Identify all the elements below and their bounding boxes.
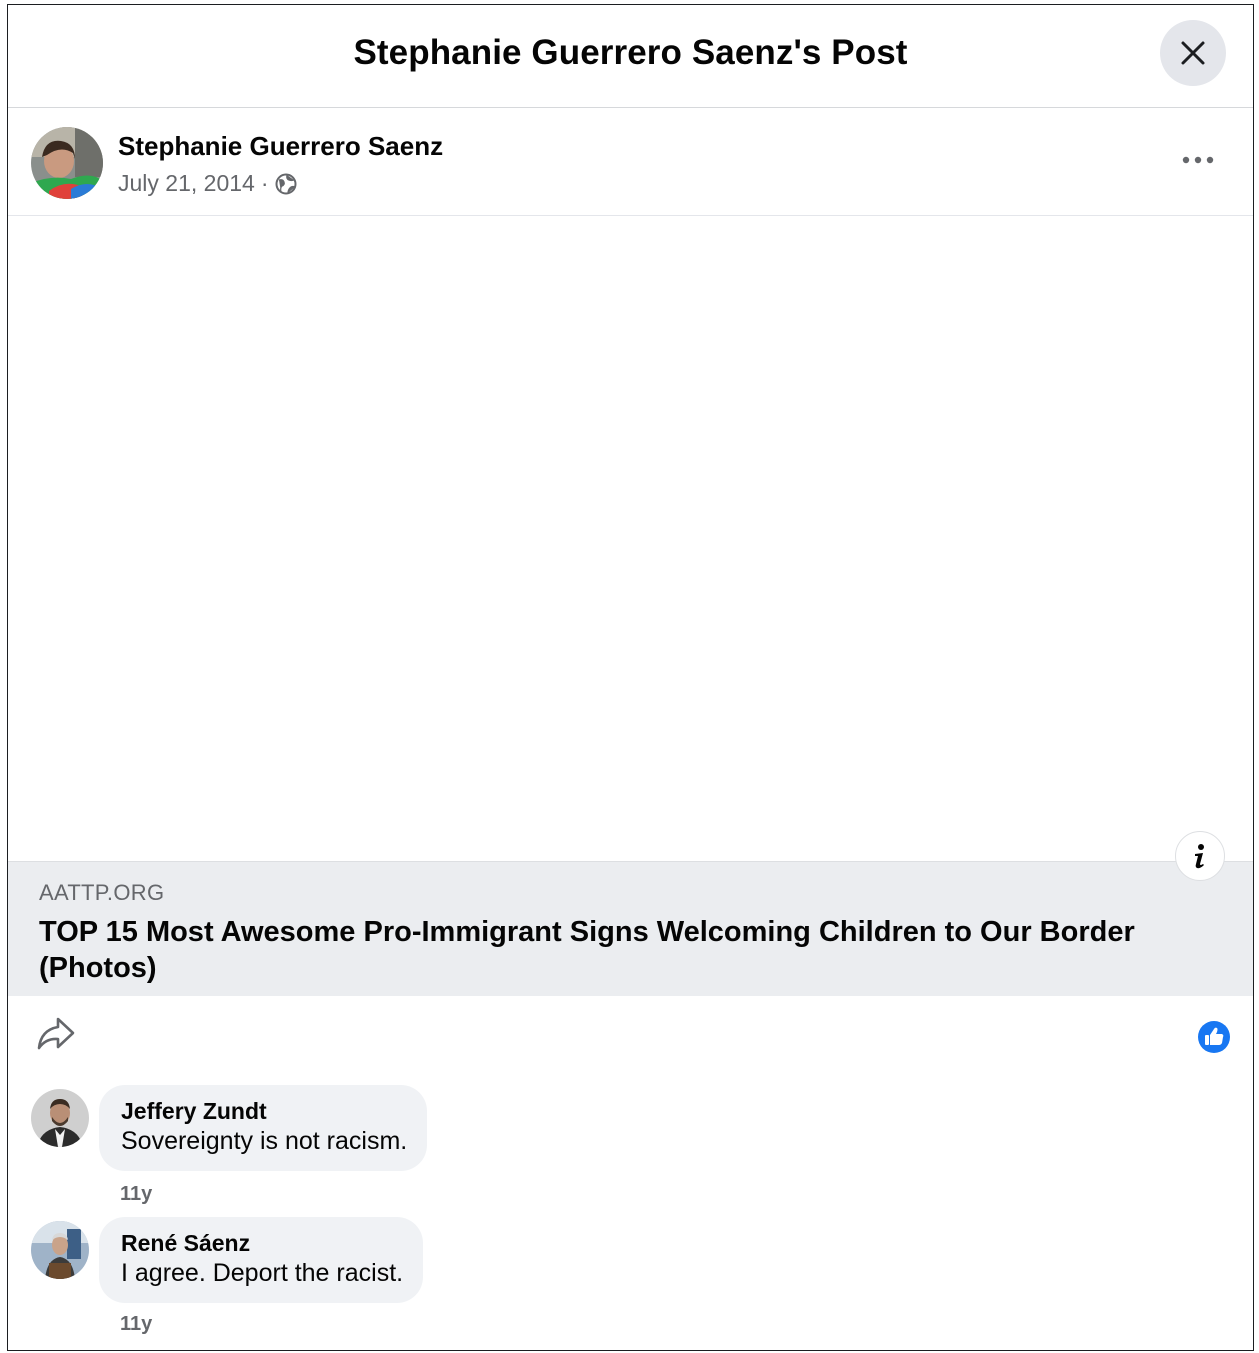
more-options-icon bbox=[1182, 156, 1214, 164]
share-button[interactable] bbox=[36, 1016, 76, 1057]
post-dialog: Stephanie Guerrero Saenz's Post Stephani… bbox=[7, 4, 1254, 1351]
comment-avatar[interactable] bbox=[31, 1221, 89, 1279]
comment-author[interactable]: Jeffery Zundt bbox=[121, 1097, 407, 1125]
post-date[interactable]: July 21, 2014 bbox=[118, 170, 255, 197]
post-meta: July 21, 2014 · bbox=[118, 170, 297, 197]
comment-text: Sovereignty is not racism. bbox=[121, 1127, 408, 1155]
like-thumb-icon bbox=[1198, 1021, 1230, 1053]
action-bar bbox=[8, 1010, 1253, 1060]
info-button[interactable] bbox=[1175, 831, 1225, 881]
link-domain: AATTP.ORG bbox=[39, 880, 165, 905]
comment-author[interactable]: René Sáenz bbox=[121, 1229, 403, 1257]
close-button[interactable] bbox=[1160, 20, 1226, 86]
comment-avatar[interactable] bbox=[31, 1089, 89, 1147]
link-preview-card[interactable]: AATTP.ORG TOP 15 Most Awesome Pro-Immigr… bbox=[8, 861, 1253, 996]
more-options-button[interactable] bbox=[1178, 145, 1218, 175]
post-header: Stephanie Guerrero Saenz July 21, 2014 · bbox=[8, 107, 1253, 216]
meta-separator: · bbox=[260, 170, 269, 196]
author-name[interactable]: Stephanie Guerrero Saenz bbox=[118, 131, 443, 162]
author-avatar[interactable] bbox=[31, 127, 103, 199]
link-preview-image[interactable] bbox=[8, 216, 1253, 861]
info-icon bbox=[1195, 844, 1204, 869]
like-reaction[interactable] bbox=[1197, 1020, 1231, 1059]
dialog-title: Stephanie Guerrero Saenz's Post bbox=[353, 33, 908, 72]
comment-bubble: René Sáenz I agree. Deport the racist. bbox=[99, 1217, 424, 1303]
comment-bubble: Jeffery Zundt Sovereignty is not racism. bbox=[99, 1085, 428, 1171]
comment-timestamp[interactable]: 11y bbox=[120, 1313, 152, 1336]
link-title[interactable]: TOP 15 Most Awesome Pro-Immigrant Signs … bbox=[39, 914, 1189, 986]
close-icon bbox=[1181, 41, 1205, 65]
dialog-header: Stephanie Guerrero Saenz's Post bbox=[8, 5, 1253, 108]
globe-icon bbox=[275, 173, 296, 194]
share-icon bbox=[37, 1017, 75, 1050]
comment-text: I agree. Deport the racist. bbox=[121, 1259, 404, 1287]
comment-timestamp[interactable]: 11y bbox=[120, 1183, 152, 1206]
